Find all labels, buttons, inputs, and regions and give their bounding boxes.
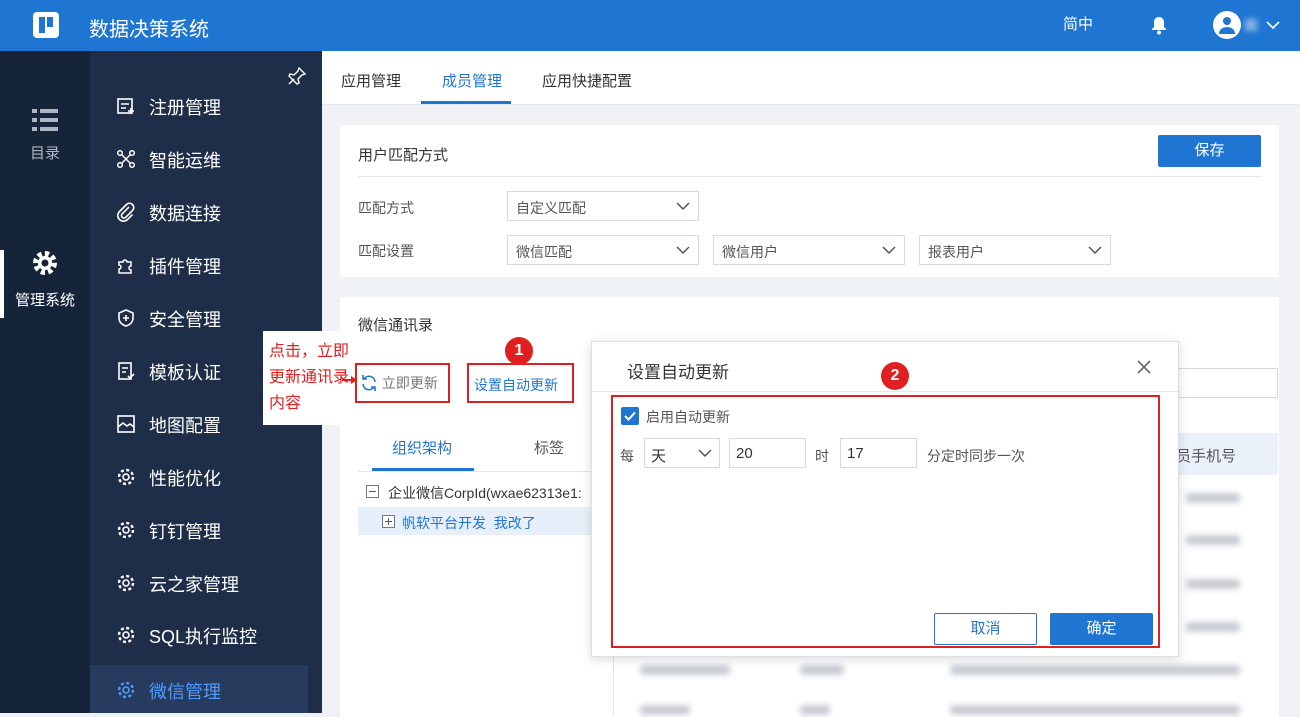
template-icon — [118, 362, 135, 380]
app-logo — [33, 12, 59, 38]
tree-child-label[interactable]: 帆软平台开发 我改了 — [402, 513, 536, 533]
save-button[interactable]: 保存 — [1158, 135, 1261, 167]
blurred-cell — [640, 705, 690, 715]
tab-bar: 应用管理 成员管理 应用快捷配置 — [322, 51, 1300, 105]
rail-label-directory: 目录 — [29, 145, 60, 162]
language-switch[interactable]: 简中 — [1063, 13, 1093, 34]
close-icon[interactable] — [1136, 359, 1152, 375]
link-icon — [117, 202, 135, 222]
user-match-title: 用户匹配方式 — [358, 147, 449, 164]
highlight-auto-update — [467, 363, 574, 403]
gear-icon — [117, 626, 135, 644]
column-phone: 员手机号 — [1176, 448, 1237, 465]
plugin-icon — [118, 259, 132, 274]
app-title: 数据决策系统 — [89, 19, 209, 41]
menu-item-data-connection[interactable]: 数据连接 — [90, 187, 322, 235]
settings-gear-icon — [33, 251, 57, 275]
tree-root-label[interactable]: 企业微信CorpId(wxae62313e1: — [388, 483, 594, 503]
blurred-cell — [950, 705, 1240, 715]
avatar[interactable] — [1213, 11, 1241, 39]
map-icon — [117, 415, 135, 433]
blurred-cell — [800, 665, 844, 675]
gear-icon — [117, 574, 135, 592]
blurred-cell — [950, 665, 1240, 675]
highlight-dialog-body — [611, 395, 1160, 648]
blurred-username — [1245, 19, 1257, 31]
chevron-down-icon — [1088, 246, 1102, 255]
gear-icon — [117, 681, 135, 699]
menu-item-sql-monitor[interactable]: SQL执行监控 — [90, 610, 322, 658]
blurred-cell — [800, 705, 830, 715]
active-tab-underline — [421, 101, 511, 104]
dialog-title: 设置自动更新 — [627, 363, 729, 382]
wechat-user-select[interactable]: 微信用户 — [713, 235, 905, 265]
rail-item-admin[interactable]: 管理系统 — [0, 249, 90, 319]
wechat-match-select[interactable]: 微信匹配 — [507, 235, 699, 265]
list-icon — [32, 109, 58, 131]
blurred-cell — [1186, 579, 1240, 589]
register-icon — [117, 98, 134, 114]
match-mode-label: 匹配方式 — [358, 200, 414, 216]
ops-icon — [116, 149, 136, 169]
match-mode-select[interactable]: 自定义匹配 — [507, 191, 699, 221]
divider — [358, 471, 594, 472]
rail-item-directory[interactable]: 目录 — [0, 108, 90, 178]
menu-item-yunzhijia[interactable]: 云之家管理 — [90, 558, 322, 606]
menu-item-ops[interactable]: 智能运维 — [90, 134, 322, 182]
annotation-callout: 点击，立即更新通讯录内容 — [263, 331, 349, 425]
subtab-tags[interactable]: 标签 — [534, 437, 564, 458]
step-badge-1: 1 — [505, 337, 533, 365]
collapse-icon[interactable] — [366, 485, 379, 498]
tab-app-management[interactable]: 应用管理 — [341, 70, 401, 91]
blurred-cell — [640, 665, 730, 675]
blurred-cell — [1186, 493, 1240, 503]
menu-item-plugin[interactable]: 插件管理 — [90, 240, 322, 288]
expand-icon[interactable] — [382, 515, 395, 528]
menu-item-wechat[interactable]: 微信管理 — [90, 665, 308, 713]
gear-icon — [117, 521, 135, 539]
rail-label-admin: 管理系统 — [14, 292, 75, 309]
step-badge-2: 2 — [881, 362, 909, 390]
bell-icon[interactable] — [1150, 15, 1168, 35]
blurred-cell — [1186, 622, 1240, 632]
divider — [358, 176, 1261, 177]
chevron-down-icon[interactable] — [1264, 16, 1282, 34]
pin-icon[interactable] — [287, 66, 307, 86]
chevron-down-icon — [676, 246, 690, 255]
user-icon — [1219, 17, 1235, 34]
gear-icon — [117, 468, 135, 486]
shield-icon — [118, 309, 134, 327]
chevron-down-icon — [882, 246, 896, 255]
contacts-title: 微信通讯录 — [358, 317, 434, 334]
tab-app-shortcut[interactable]: 应用快捷配置 — [542, 70, 632, 91]
left-rail: 目录 管理系统 — [0, 51, 90, 713]
blurred-cell — [1186, 535, 1240, 545]
divider — [592, 391, 1178, 392]
report-user-select[interactable]: 报表用户 — [919, 235, 1111, 265]
chevron-down-icon — [676, 202, 690, 211]
top-bar: 数据决策系统 简中 — [0, 0, 1300, 51]
search-input[interactable] — [1174, 368, 1278, 398]
menu-item-performance[interactable]: 性能优化 — [90, 452, 322, 500]
menu-item-register[interactable]: 注册管理 — [90, 81, 322, 129]
tab-member-management[interactable]: 成员管理 — [442, 70, 502, 91]
menu-item-dingtalk[interactable]: 钉钉管理 — [90, 505, 322, 553]
subtab-org[interactable]: 组织架构 — [392, 437, 452, 458]
user-match-card: 用户匹配方式 保存 匹配方式 自定义匹配 匹配设置 微信匹配 微信用户 报表用户 — [340, 125, 1279, 277]
highlight-refresh — [355, 363, 450, 403]
match-setting-label: 匹配设置 — [358, 243, 414, 259]
